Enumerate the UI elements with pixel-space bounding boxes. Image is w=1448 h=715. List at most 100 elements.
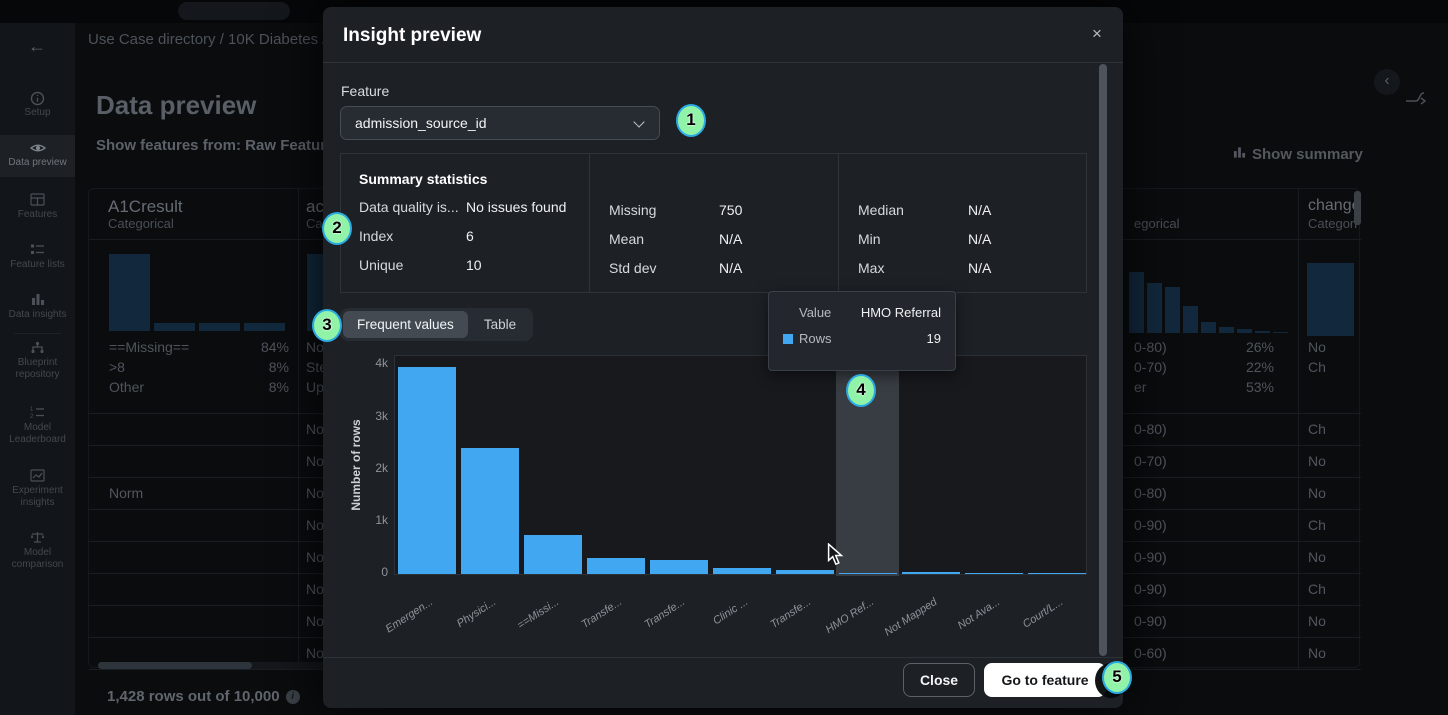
info-icon — [30, 91, 46, 105]
column-type: Categorical — [108, 216, 174, 231]
summary-statistics-panel: Summary statistics Data quality is...No … — [340, 153, 1087, 293]
freq-label: Up — [306, 379, 324, 395]
go-to-feature-button[interactable]: Go to feature — [984, 663, 1106, 697]
scrollbar-thumb[interactable] — [98, 662, 252, 669]
chart-bar[interactable] — [650, 560, 708, 574]
features-filter[interactable]: Show features from: Raw Features — [96, 137, 323, 154]
column-type: Ca — [306, 216, 323, 231]
modal-title: Insight preview — [343, 25, 481, 47]
bar-chart-icon — [1233, 146, 1246, 163]
column-header-ac[interactable]: ac — [306, 197, 324, 217]
sidebar: ← Setup Data preview Features Feature li… — [0, 23, 75, 715]
collapse-panel-button[interactable]: ‹ — [1374, 69, 1400, 95]
sidebar-item-features[interactable]: Features — [0, 193, 75, 221]
sidebar-divider — [14, 333, 61, 334]
sidebar-item-model-comparison[interactable]: Model comparison — [0, 531, 75, 571]
scale-icon — [30, 531, 46, 545]
rows-count: 1,428 rows out of 10,000i — [107, 688, 300, 705]
app-root: ← Setup Data preview Features Feature li… — [0, 0, 1448, 715]
chart-bar[interactable] — [965, 573, 1023, 575]
sidebar-item-model-leaderboard[interactable]: 12 Model Leaderboard — [0, 406, 75, 446]
sidebar-item-label: Model Leaderboard — [0, 422, 75, 446]
branch-arrow-icon[interactable] — [1404, 88, 1428, 111]
column-type-fragment: egorical — [1134, 216, 1180, 231]
chart-bar[interactable] — [776, 570, 834, 574]
stat-label: Max — [858, 260, 884, 276]
freq-label: ==Missing== — [109, 339, 189, 355]
table-icon — [30, 193, 46, 207]
modal-header-divider — [323, 62, 1123, 63]
chart-bar[interactable] — [713, 568, 771, 574]
column-type: Categori — [1308, 216, 1357, 231]
eye-icon — [30, 141, 46, 155]
column-header-a1cresult[interactable]: A1Cresult — [108, 197, 183, 217]
stat-value: 750 — [719, 202, 742, 218]
freq-label: Other — [109, 379, 144, 395]
frequent-values-chart[interactable] — [394, 355, 1087, 575]
stat-label: Min — [858, 231, 881, 247]
freq-pct: 84% — [261, 339, 289, 355]
annotation-badge-5: 5 — [1102, 661, 1132, 694]
tab-table[interactable]: Table — [470, 311, 530, 338]
tab-frequent-values[interactable]: Frequent values — [343, 311, 468, 338]
insight-preview-modal: Insight preview × Feature admission_sour… — [323, 7, 1123, 708]
stat-label: Unique — [359, 257, 403, 273]
close-button[interactable]: Close — [903, 663, 975, 697]
annotation-badge-3: 3 — [312, 309, 342, 342]
sidebar-item-feature-lists[interactable]: Feature lists — [0, 243, 75, 271]
chart-tooltip: ValueHMO Referral Rows19 — [768, 291, 956, 371]
freq-label: No — [306, 339, 324, 355]
chart-bar[interactable] — [1028, 573, 1086, 575]
back-button[interactable]: ← — [22, 31, 52, 61]
show-summary-button[interactable]: Show summary — [1233, 146, 1363, 163]
sidebar-item-label: Features — [0, 209, 75, 221]
sidebar-item-data-preview[interactable]: Data preview — [0, 135, 75, 177]
y-axis-ticks: 4k 3k 2k 1k 0 — [358, 355, 388, 575]
topbar-button[interactable] — [178, 2, 290, 20]
chart-bar[interactable] — [587, 558, 645, 574]
chart-bar[interactable] — [398, 367, 456, 574]
chevron-down-icon — [633, 116, 644, 127]
tooltip-label: Value — [799, 305, 831, 320]
chart-bar[interactable] — [524, 535, 582, 574]
svg-text:1: 1 — [30, 407, 34, 413]
bar-chart-icon — [30, 293, 46, 307]
freq-pct: 53% — [1246, 379, 1274, 395]
change-mini-histogram — [1307, 256, 1357, 336]
close-icon[interactable]: × — [1087, 24, 1107, 44]
info-icon[interactable]: i — [286, 690, 300, 704]
stat-value: N/A — [968, 231, 991, 247]
summary-title: Summary statistics — [359, 171, 487, 187]
tooltip-label: Rows — [799, 331, 832, 346]
freq-pct: 8% — [269, 359, 289, 375]
modal-footer-divider — [323, 657, 1123, 658]
modal-scrollbar[interactable] — [1099, 64, 1107, 656]
sidebar-item-label: Blueprint repository — [0, 357, 75, 381]
sidebar-item-blueprint-repository[interactable]: Blueprint repository — [0, 341, 75, 381]
a1cresult-mini-histogram — [109, 251, 289, 331]
x-axis-labels: Emergen...Physici...==Missi...Transfe...… — [394, 579, 1087, 651]
freq-pct: 22% — [1246, 359, 1274, 375]
sidebar-item-experiment-insights[interactable]: Experiment insights — [0, 469, 75, 509]
feature-select-value: admission_source_id — [355, 115, 487, 131]
annotation-badge-4: 4 — [846, 374, 876, 407]
sidebar-item-setup[interactable]: Setup — [0, 91, 75, 119]
stat-value: 10 — [466, 257, 482, 273]
svg-text:2: 2 — [30, 414, 34, 419]
freq-pct: 26% — [1246, 339, 1274, 355]
chart-bar[interactable] — [839, 573, 897, 575]
freq-pct: 8% — [269, 379, 289, 395]
chart-bar[interactable] — [902, 572, 960, 574]
freq-label: 0-80) — [1134, 339, 1167, 355]
freq-label: Ch — [1308, 359, 1326, 375]
breadcrumb[interactable]: Use Case directory / 10K Diabetes / — [88, 31, 326, 48]
tooltip-value: 19 — [927, 331, 941, 346]
feature-select[interactable]: admission_source_id — [340, 106, 660, 140]
sidebar-item-data-insights[interactable]: Data insights — [0, 293, 75, 321]
stat-value: N/A — [719, 231, 742, 247]
column-header-change[interactable]: change — [1308, 197, 1361, 215]
stat-value: 6 — [466, 228, 474, 244]
sidebar-item-label: Experiment insights — [0, 485, 75, 509]
table-vertical-scrollbar[interactable] — [1354, 191, 1361, 225]
chart-bar[interactable] — [461, 448, 519, 574]
